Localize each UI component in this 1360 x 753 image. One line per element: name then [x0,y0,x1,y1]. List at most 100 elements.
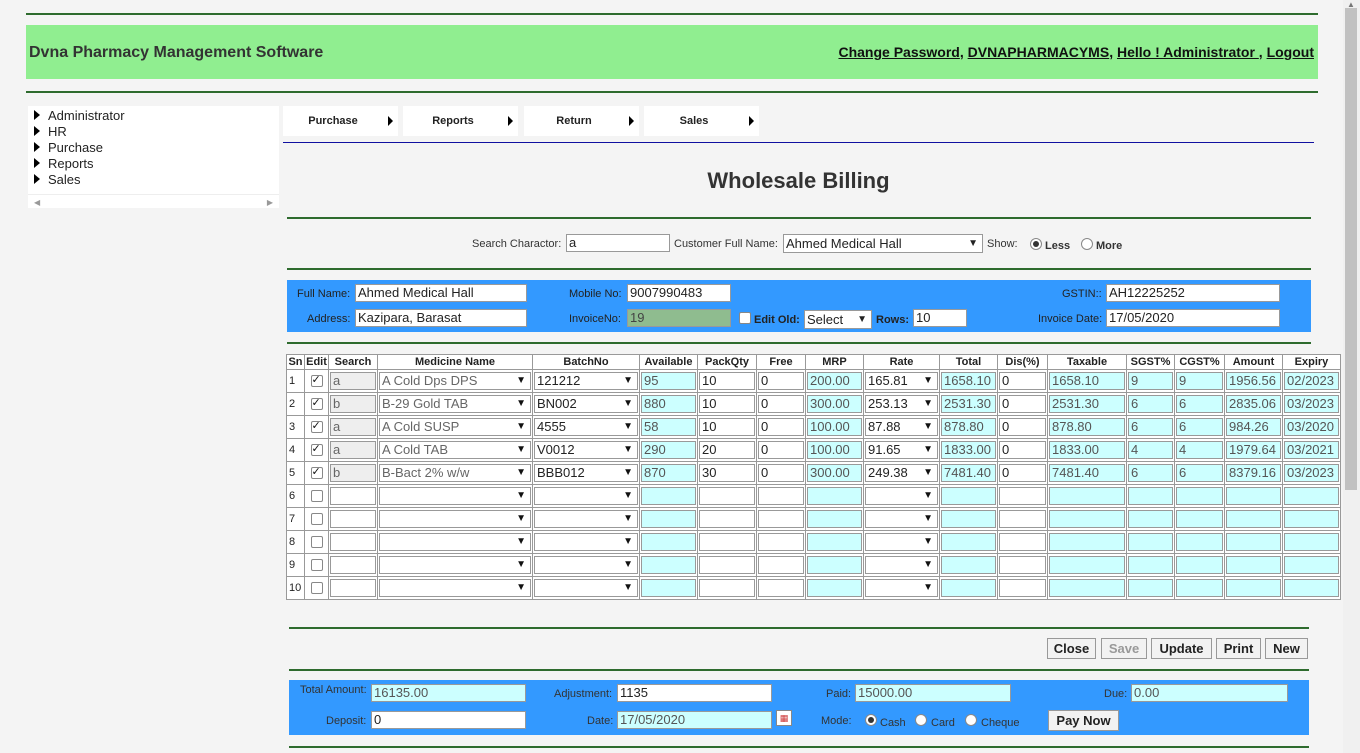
mrp-input[interactable]: 200.00 [807,372,862,390]
sidebar-item-administrator[interactable]: Administrator [34,108,125,124]
dis-input[interactable]: 0 [999,464,1046,482]
edit-checkbox[interactable] [310,559,323,571]
cgst-input[interactable]: 6 [1176,395,1223,413]
packqty-input[interactable] [699,533,755,551]
sgst-input[interactable]: 6 [1128,418,1173,436]
search-input[interactable] [330,556,376,574]
sidebar-hscroll[interactable]: ◀ ▶ [28,194,279,209]
dis-input[interactable] [999,510,1046,528]
amount-input[interactable] [1226,487,1281,505]
expiry-input[interactable]: 03/2023 [1284,464,1339,482]
nav-purchase[interactable]: Purchase [283,106,398,136]
edit-checkbox[interactable] [310,396,323,410]
available-input[interactable] [641,556,696,574]
rate-select[interactable]: ▼ [865,510,938,528]
medicine-select[interactable]: B-29 Gold TAB ▼ [379,395,531,413]
rate-select[interactable]: 249.38 ▼ [865,464,938,482]
mrp-input[interactable]: 100.00 [807,441,862,459]
amount-input[interactable]: 1979.64 [1226,441,1281,459]
medicine-select[interactable]: A Cold Dps DPS ▼ [379,372,531,390]
expiry-input[interactable] [1284,487,1339,505]
sidebar-item-hr[interactable]: HR [34,124,125,140]
medicine-select[interactable]: ▼ [379,487,531,505]
mrp-input[interactable]: 100.00 [807,418,862,436]
search-input[interactable] [330,510,376,528]
username-link[interactable]: DVNAPHARMACYMS [968,44,1110,60]
taxable-input[interactable]: 878.80 [1049,418,1125,436]
cgst-input[interactable] [1176,510,1223,528]
nav-reports[interactable]: Reports [403,106,518,136]
expiry-input[interactable]: 02/2023 [1284,372,1339,390]
cgst-input[interactable]: 4 [1176,441,1223,459]
medicine-select[interactable]: ▼ [379,533,531,551]
dis-input[interactable] [999,533,1046,551]
customer-select[interactable]: Ahmed Medical Hall ▼ [783,234,983,253]
edit-old-checkbox[interactable] [739,312,751,324]
amount-input[interactable]: 2835.06 [1226,395,1281,413]
mrp-input[interactable] [807,487,862,505]
medicine-select[interactable]: B-Bact 2% w/w ▼ [379,464,531,482]
sgst-input[interactable]: 6 [1128,464,1173,482]
new-button[interactable]: New [1265,638,1308,659]
dis-input[interactable]: 0 [999,418,1046,436]
rows-input[interactable]: 10 [913,309,967,327]
search-input[interactable] [330,533,376,551]
batch-select[interactable]: BBB012 ▼ [534,464,638,482]
due-input[interactable]: 0.00 [1131,684,1288,702]
mode-cash-radio[interactable] [865,714,877,726]
batch-select[interactable]: 121212 ▼ [534,372,638,390]
cgst-input[interactable] [1176,487,1223,505]
rate-select[interactable]: 165.81 ▼ [865,372,938,390]
close-button[interactable]: Close [1047,638,1096,659]
available-input[interactable]: 95 [641,372,696,390]
mode-card-radio[interactable] [915,714,927,726]
search-input[interactable] [330,579,376,597]
scroll-left-icon[interactable]: ◀ [34,198,40,207]
sgst-input[interactable] [1128,579,1173,597]
batch-select[interactable]: V0012 ▼ [534,441,638,459]
sgst-input[interactable]: 4 [1128,441,1173,459]
show-less-radio[interactable] [1030,238,1042,250]
edit-checkbox[interactable] [310,582,323,594]
cgst-input[interactable] [1176,533,1223,551]
expiry-input[interactable] [1284,556,1339,574]
expiry-input[interactable] [1284,533,1339,551]
free-input[interactable]: 0 [758,395,804,413]
page-scrollbar[interactable]: ▲ [1343,0,1360,753]
dis-input[interactable]: 0 [999,441,1046,459]
mrp-input[interactable] [807,556,862,574]
total-input[interactable] [941,487,996,505]
available-input[interactable]: 290 [641,441,696,459]
packqty-input[interactable]: 20 [699,441,755,459]
available-input[interactable]: 58 [641,418,696,436]
mrp-input[interactable] [807,533,862,551]
expiry-input[interactable] [1284,510,1339,528]
taxable-input[interactable] [1049,510,1125,528]
search-input[interactable]: a [330,418,376,436]
rate-select[interactable]: ▼ [865,579,938,597]
edit-checkbox[interactable] [310,442,323,456]
medicine-select[interactable]: ▼ [379,510,531,528]
change-password-link[interactable]: Change Password [838,44,959,60]
cgst-input[interactable]: 6 [1176,464,1223,482]
total-input[interactable]: 7481.40 [941,464,996,482]
batch-select[interactable]: ▼ [534,487,638,505]
mrp-input[interactable] [807,510,862,528]
total-input[interactable]: 1658.10 [941,372,996,390]
rate-select[interactable]: ▼ [865,487,938,505]
amount-input[interactable] [1226,533,1281,551]
taxable-input[interactable] [1049,556,1125,574]
scrollbar-thumb[interactable] [1345,8,1357,490]
print-button[interactable]: Print [1216,638,1261,659]
medicine-select[interactable]: ▼ [379,579,531,597]
search-input[interactable]: a [330,441,376,459]
packqty-input[interactable]: 10 [699,372,755,390]
free-input[interactable]: 0 [758,372,804,390]
taxable-input[interactable] [1049,533,1125,551]
free-input[interactable] [758,579,804,597]
edit-old-select[interactable]: Select ▼ [804,310,872,329]
sgst-input[interactable] [1128,533,1173,551]
sidebar-item-reports[interactable]: Reports [34,156,125,172]
batch-select[interactable]: 4555 ▼ [534,418,638,436]
date-input[interactable]: 17/05/2020 [617,711,772,729]
